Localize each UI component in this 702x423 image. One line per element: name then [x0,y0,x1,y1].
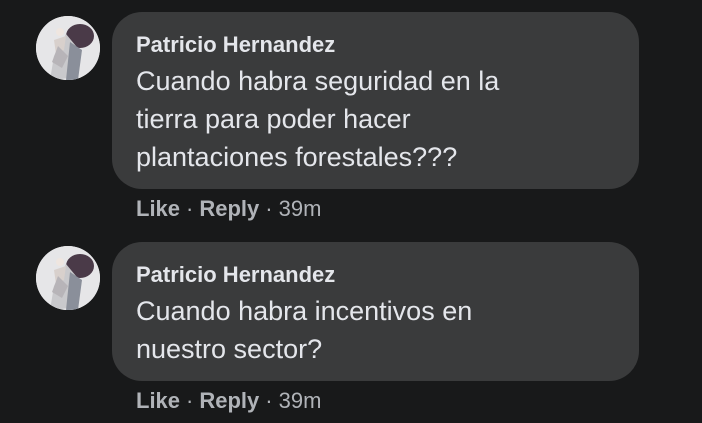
comments-thread: Patricio Hernandez Cuando habra segurida… [0,0,702,423]
avatar[interactable] [36,246,100,310]
comment-actions: Like · Reply · 39m [136,196,321,222]
comment-author[interactable]: Patricio Hernandez [136,262,613,288]
comment-text: Cuando habra seguridad en la tierra para… [136,66,500,172]
like-button[interactable]: Like [136,388,180,413]
separator: · [265,196,273,221]
separator: · [186,196,194,221]
comment-actions: Like · Reply · 39m [136,388,321,414]
like-button[interactable]: Like [136,196,180,221]
separator: · [265,388,273,413]
comment-text: Cuando habra incentivos en nuestro secto… [136,296,473,364]
comment-author[interactable]: Patricio Hernandez [136,32,613,58]
comment-bubble: Patricio Hernandez Cuando habra segurida… [112,12,639,189]
reply-button[interactable]: Reply [199,196,259,221]
comment-timestamp[interactable]: 39m [279,388,322,413]
separator: · [186,388,194,413]
avatar[interactable] [36,16,100,80]
comment-timestamp[interactable]: 39m [279,196,322,221]
reply-button[interactable]: Reply [199,388,259,413]
profile-photo-icon [36,246,100,310]
profile-photo-icon [36,16,100,80]
comment-bubble: Patricio Hernandez Cuando habra incentiv… [112,242,639,381]
